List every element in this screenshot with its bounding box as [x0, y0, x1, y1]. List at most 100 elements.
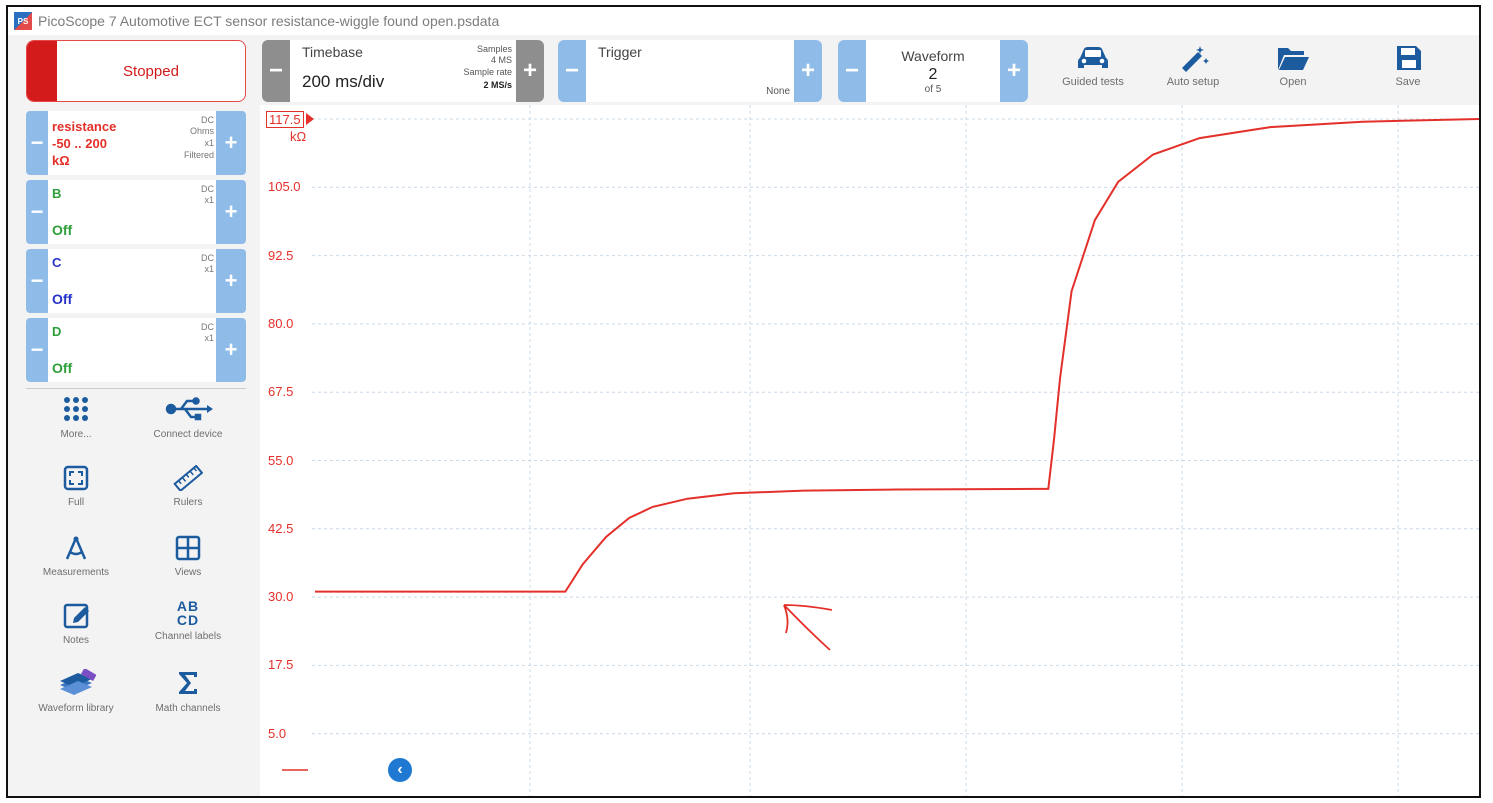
app-window: PS PicoScope 7 Automotive ECT sensor res… [6, 5, 1481, 798]
channel-d-panel[interactable]: − D Off DC x1 + [26, 318, 246, 382]
notes-label: Notes [62, 635, 90, 646]
full-screen-button[interactable]: Full [26, 465, 126, 508]
auto-setup-button[interactable]: Auto setup [1158, 42, 1228, 102]
grid-view-icon [175, 535, 201, 561]
channel-d-state: Off [52, 360, 73, 376]
more-label: More... [60, 429, 92, 440]
channel-a-range[interactable]: -50 .. 200 [52, 136, 107, 151]
channel-a-multiplier: x1 [204, 138, 214, 148]
trigger-increase-button[interactable]: + [794, 40, 822, 102]
collapse-panel-button[interactable]: ‹ [388, 758, 412, 782]
open-button[interactable]: Open [1258, 42, 1328, 102]
app-logo-icon: PS [14, 12, 32, 30]
channel-b-state: Off [52, 222, 73, 238]
ruler-icon [173, 465, 203, 491]
waveform-index: 2 [928, 66, 938, 83]
magic-wand-icon [1182, 46, 1209, 72]
rulers-label: Rulers [173, 497, 203, 508]
keypad-icon [64, 397, 88, 421]
channel-d-multiplier: x1 [204, 333, 214, 343]
timebase-control: − Timebase 200 ms/div Samples 4 MS Sampl… [262, 40, 544, 102]
channel-b-decrease-button[interactable]: − [26, 180, 48, 244]
channel-c-decrease-button[interactable]: − [26, 249, 48, 313]
usb-icon [165, 397, 213, 421]
views-label: Views [174, 567, 202, 578]
channel-a-decrease-button[interactable]: − [26, 111, 48, 175]
sample-rate-value: 2 MS/s [483, 80, 512, 90]
sigma-icon [179, 672, 197, 694]
channel-b-name: B [52, 186, 62, 201]
toolbar: Stopped − Timebase 200 ms/div Samples 4 … [8, 37, 1479, 105]
waveform-plot[interactable] [260, 105, 1479, 798]
channel-c-coupling: DC [201, 253, 214, 263]
full-label: Full [67, 497, 85, 508]
waveform-next-button[interactable]: + [1000, 40, 1028, 102]
more-button[interactable]: More... [26, 395, 126, 440]
stop-indicator [27, 41, 57, 101]
trigger-decrease-button[interactable]: − [558, 40, 586, 102]
math-channels-label: Math channels [155, 703, 221, 714]
timebase-decrease-button[interactable]: − [262, 40, 290, 102]
channel-c-increase-button[interactable]: + [216, 249, 246, 313]
sidebar: − resistance -50 .. 200 kΩ DC Ohms x1 Fi… [8, 105, 256, 796]
fullscreen-icon [63, 465, 89, 491]
notes-icon [63, 603, 89, 629]
samples-label: Samples [476, 44, 512, 54]
abcd-icon: AB CD [176, 598, 200, 628]
compass-icon [65, 536, 87, 560]
waveform-count: of 5 [924, 84, 942, 95]
channel-labels-button[interactable]: AB CD Channel labels [138, 599, 238, 642]
connect-device-label: Connect device [153, 429, 223, 440]
save-button[interactable]: Save [1373, 42, 1443, 102]
sample-rate-label: Sample rate [463, 67, 512, 77]
math-channels-button[interactable]: Math channels [138, 669, 238, 714]
library-books-icon [60, 669, 96, 695]
timebase-value[interactable]: 200 ms/div [302, 72, 384, 92]
channel-c-state: Off [52, 291, 73, 307]
guided-tests-label: Guided tests [1062, 76, 1124, 88]
channel-a-panel[interactable]: − resistance -50 .. 200 kΩ DC Ohms x1 Fi… [26, 111, 246, 175]
samples-value: 4 MS [490, 55, 512, 65]
channel-a-probe-unit: Ohms [189, 126, 214, 136]
auto-setup-label: Auto setup [1166, 76, 1220, 88]
channel-d-increase-button[interactable]: + [216, 318, 246, 382]
folder-open-icon [1278, 48, 1309, 70]
car-icon [1078, 47, 1108, 68]
window-title: PicoScope 7 Automotive ECT sensor resist… [38, 13, 500, 29]
channel-d-decrease-button[interactable]: − [26, 318, 48, 382]
scope-view[interactable]: 117.5 105.0 92.5 80.0 67.5 55.0 42.5 30.0 17.5 5.… [260, 105, 1479, 796]
save-icon [1397, 46, 1421, 70]
waveform-library-button[interactable]: Waveform library [26, 669, 126, 714]
waveform-label: Waveform [901, 48, 965, 64]
trigger-label: Trigger [598, 44, 642, 60]
connect-device-button[interactable]: Connect device [138, 395, 238, 440]
save-label: Save [1395, 76, 1421, 88]
run-stop-button[interactable]: Stopped [26, 40, 246, 102]
channel-marker-icon[interactable] [306, 113, 314, 125]
waveform-previous-button[interactable]: − [838, 40, 866, 102]
channel-b-multiplier: x1 [204, 195, 214, 205]
channel-b-increase-button[interactable]: + [216, 180, 246, 244]
channel-a-increase-button[interactable]: + [216, 111, 246, 175]
timebase-increase-button[interactable]: + [516, 40, 544, 102]
timebase-label: Timebase [302, 44, 363, 60]
channel-c-multiplier: x1 [204, 264, 214, 274]
channel-a-name: resistance [52, 119, 117, 134]
rulers-button[interactable]: Rulers [138, 465, 238, 508]
run-state-label: Stopped [123, 62, 179, 80]
resistance-trace [315, 118, 1479, 593]
guided-tests-button[interactable]: Guided tests [1058, 42, 1128, 102]
chevron-left-icon: ‹ [397, 761, 403, 778]
channel-c-panel[interactable]: − C Off DC x1 + [26, 249, 246, 313]
trigger-mode[interactable]: None [766, 86, 790, 97]
open-label: Open [1279, 76, 1307, 88]
notes-button[interactable]: Notes [26, 603, 126, 646]
measurements-button[interactable]: Measurements [26, 535, 126, 578]
channel-b-coupling: DC [201, 184, 214, 194]
annotation-arrow [783, 604, 833, 651]
waveform-control: − Waveform 2 of 5 + [838, 40, 1028, 102]
channel-b-panel[interactable]: − B Off DC x1 + [26, 180, 246, 244]
channel-labels-label: Channel labels [154, 631, 222, 642]
trigger-control: − Trigger None + [558, 40, 822, 102]
views-button[interactable]: Views [138, 535, 238, 578]
